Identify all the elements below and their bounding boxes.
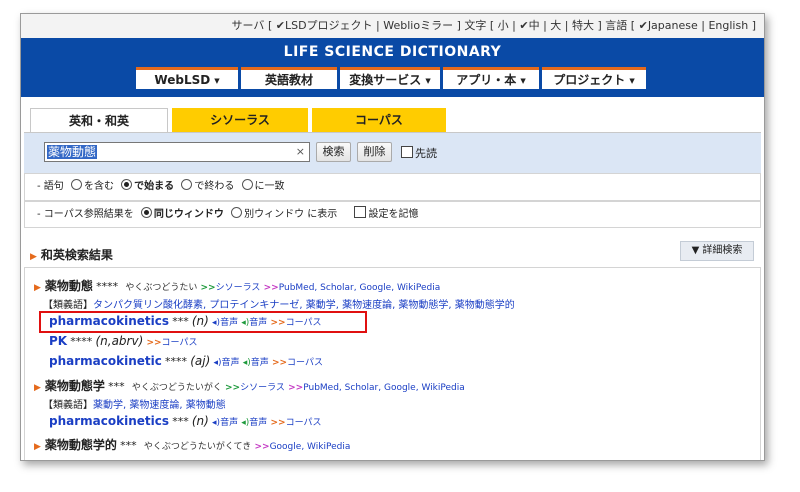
pubmed-link[interactable]: PubMed [279, 283, 315, 293]
clear-icon[interactable]: × [296, 145, 305, 158]
entry-arrow-icon: ▶ [34, 383, 41, 393]
audio-link[interactable]: 音声 [220, 418, 238, 428]
search-tabs: 英和・和英 シソーラス コーパス [30, 108, 450, 132]
results-heading: 和英検索結果 [40, 248, 113, 262]
corpus-icon: >> [271, 358, 288, 368]
remember-settings-checkbox[interactable] [354, 206, 367, 218]
audio-link[interactable]: 音声 [251, 358, 269, 368]
result-english: pharmacokinetics *** (n) ◂)音声 ◂)音声 >>コーパ… [49, 414, 322, 428]
dropdown-arrow-icon: ▼ [629, 76, 635, 85]
text-size-xlarge[interactable]: 特大 [572, 19, 594, 32]
prefix-checkbox-group: 先読 [401, 145, 437, 161]
radio-new-window[interactable] [231, 207, 243, 218]
phrase-options: - 語句 を含む で始まる で終わる に一致 [24, 173, 761, 201]
highlight-box [39, 311, 367, 333]
thesaurus-icon: >> [200, 283, 216, 293]
search-panel: 薬物動態 × 検索 削除 先読 [24, 132, 761, 173]
radio-contains[interactable] [70, 179, 82, 190]
audio-link[interactable]: 音声 [249, 418, 267, 428]
scholar-link[interactable]: Scholar [320, 283, 354, 293]
prefix-label: 先読 [415, 147, 437, 160]
corpus-options: - コーパス参照結果を 同じウィンドウ 別ウィンドウ に表示 設定を記憶 [24, 201, 761, 228]
corpus-label: コーパス参照結果を [43, 209, 134, 220]
radio-same-window[interactable] [140, 207, 152, 218]
thesaurus-icon: >> [225, 383, 241, 393]
related-terms-links[interactable]: 薬動学, 薬物速度論, 薬物動態 [93, 400, 226, 411]
radio-exact-match[interactable] [241, 179, 253, 190]
delete-button[interactable]: 削除 [357, 142, 392, 162]
prefix-checkbox[interactable] [401, 146, 413, 158]
settings-bar: サーバ [ ✔LSDプロジェクト | Weblioミラー ] 文字 [ 小 | … [21, 14, 764, 38]
browser-frame: サーバ [ ✔LSDプロジェクト | Weblioミラー ] 文字 [ 小 | … [20, 13, 765, 461]
result-headword: ▶ 薬物動態学 *** やくぶつどうたいがく >>シソーラス >>PubMed, … [34, 379, 465, 393]
thesaurus-link[interactable]: シソーラス [240, 383, 285, 393]
tab-thesaurus[interactable]: シソーラス [172, 108, 308, 132]
search-button[interactable]: 検索 [316, 142, 351, 162]
nav-weblsd[interactable]: WebLSD ▼ [136, 67, 238, 89]
audio-link[interactable]: 音声 [222, 358, 240, 368]
corpus-icon: >> [270, 418, 286, 428]
language-japanese[interactable]: Japanese [648, 19, 698, 32]
audio-icon: ◂) [242, 358, 251, 368]
search-link-icon: >> [263, 283, 279, 293]
nav-conversion-service[interactable]: 変換サービス ▼ [340, 67, 440, 89]
scholar-link[interactable]: Scholar [345, 383, 379, 393]
related-terms-links[interactable]: タンパク質リン酸化酵素, プロテインキナーゼ, 薬動学, 薬物速度論, 薬物動態… [93, 300, 515, 311]
search-input[interactable]: 薬物動態 × [44, 142, 310, 162]
search-link-icon: >> [254, 442, 270, 452]
wikipedia-link[interactable]: WikiPedia [307, 442, 350, 452]
nav-english-materials[interactable]: 英語教材 [241, 67, 337, 89]
result-english: PK **** (n,abrv) >>コーパス [49, 334, 198, 348]
google-link[interactable]: Google [359, 283, 391, 293]
main-nav: WebLSD ▼ 英語教材 変換サービス ▼ アプリ・本 ▼ プロジェクト ▼ [136, 67, 649, 89]
text-size-large[interactable]: 大 [550, 19, 561, 32]
tab-eiwa-waei[interactable]: 英和・和英 [30, 108, 168, 132]
nav-project[interactable]: プロジェクト ▼ [542, 67, 646, 89]
radio-ends-with[interactable] [181, 179, 193, 190]
dropdown-arrow-icon: ▼ [425, 76, 431, 85]
language-label: 言語 [605, 19, 628, 32]
server-label: サーバ [231, 19, 265, 32]
site-header: LIFE SCIENCE DICTIONARY WebLSD ▼ 英語教材 変換サ… [21, 38, 764, 97]
results-header: ▶ 和英検索結果 ▼ 詳細検索 [24, 241, 761, 263]
audio-icon: ◂) [213, 358, 222, 368]
advanced-search-button[interactable]: ▼ 詳細検索 [680, 241, 754, 261]
dropdown-arrow-icon: ▼ [214, 76, 220, 85]
corpus-link[interactable]: コーパス [162, 338, 198, 348]
result-english: pharmacokinetic **** (aj) ◂)音声 ◂)音声 >>コー… [49, 354, 323, 368]
nav-apps-books[interactable]: アプリ・本 ▼ [443, 67, 539, 89]
search-input-value: 薬物動態 [47, 145, 98, 159]
related-terms: 【類義語】タンパク質リン酸化酵素, プロテインキナーゼ, 薬動学, 薬物速度論,… [43, 300, 515, 311]
result-headword: ▶ 薬物動態学的 *** やくぶつどうたいがくてき >>Google, WikiP… [34, 438, 351, 452]
pubmed-link[interactable]: PubMed [303, 383, 339, 393]
corpus-icon: >> [146, 338, 162, 348]
text-size-small[interactable]: 小 [498, 19, 509, 32]
search-link-icon: >> [288, 383, 304, 393]
google-link[interactable]: Google [270, 442, 302, 452]
text-size-medium[interactable]: 中 [529, 19, 540, 32]
related-terms: 【類義語】薬動学, 薬物速度論, 薬物動態 [43, 400, 226, 411]
server-option-weblio[interactable]: Weblioミラー [383, 19, 453, 32]
thesaurus-link[interactable]: シソーラス [216, 283, 261, 293]
dropdown-arrow-icon: ▼ [520, 76, 526, 85]
audio-icon: ◂) [212, 418, 221, 428]
section-arrow-icon: ▶ [30, 252, 37, 262]
text-size-label: 文字 [464, 19, 487, 32]
google-link[interactable]: Google [384, 383, 416, 393]
wikipedia-link[interactable]: WikiPedia [421, 383, 464, 393]
result-headword: ▶ 薬物動態 **** やくぶつどうたい >>シソーラス >>PubMed, Sc… [34, 279, 441, 293]
radio-starts-with[interactable] [121, 179, 133, 190]
language-english[interactable]: English [708, 19, 748, 32]
entry-arrow-icon: ▶ [34, 442, 41, 452]
wikipedia-link[interactable]: WikiPedia [397, 283, 440, 293]
tab-corpus[interactable]: コーパス [312, 108, 446, 132]
entry-arrow-icon: ▶ [34, 283, 41, 293]
phrase-label: 語句 [43, 181, 64, 192]
site-title[interactable]: LIFE SCIENCE DICTIONARY [21, 44, 764, 60]
corpus-link[interactable]: コーパス [287, 358, 323, 368]
corpus-link[interactable]: コーパス [286, 418, 322, 428]
server-option-lsd[interactable]: LSDプロジェクト [285, 19, 373, 32]
